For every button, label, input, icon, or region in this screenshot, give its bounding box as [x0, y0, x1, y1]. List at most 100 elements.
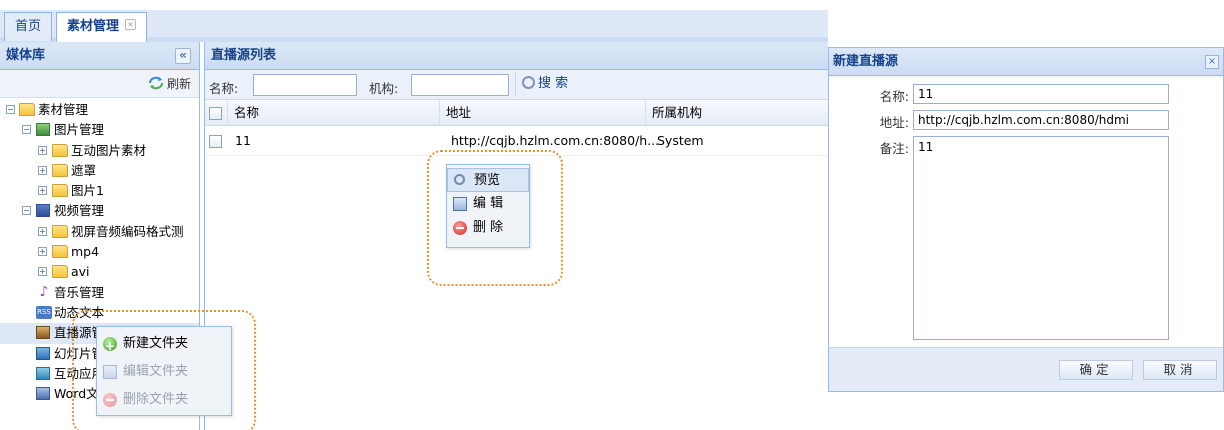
- column-header-name[interactable]: 名称: [227, 100, 439, 125]
- cancel-button[interactable]: 取消: [1143, 360, 1217, 380]
- word-doc-icon: [36, 387, 50, 401]
- menu-item-label: 删除文件夹: [123, 392, 189, 407]
- folder-icon: [52, 143, 68, 157]
- tree-node-interactive-images[interactable]: + 互动图片素材: [0, 141, 199, 161]
- dialog-form: 名称: 11 地址: http://cqjb.hzlm.com.cn:8080/…: [829, 77, 1223, 347]
- dialog-title: 新建直播源: [833, 54, 899, 69]
- edit-icon: [453, 197, 467, 211]
- tab-home[interactable]: 首页: [4, 12, 53, 41]
- menu-item-edit[interactable]: 编 辑: [447, 192, 529, 216]
- name-filter-input[interactable]: [253, 74, 357, 96]
- delete-icon: [453, 221, 467, 235]
- column-header-address[interactable]: 地址: [439, 100, 645, 125]
- folder-icon: [52, 224, 68, 238]
- search-bar: 名称: 机构: 搜 索: [205, 70, 828, 100]
- grid-header: 名称 地址 所属机构: [205, 100, 828, 126]
- interactive-app-icon: [36, 366, 50, 380]
- expand-toggle-icon[interactable]: +: [38, 145, 47, 155]
- tree-node-music-management[interactable]: ♪ 音乐管理: [0, 283, 199, 303]
- tab-material-management[interactable]: 素材管理 ×: [56, 12, 148, 42]
- note-label: 备注:: [879, 141, 909, 156]
- collapse-toggle-icon[interactable]: −: [22, 206, 31, 216]
- menu-item-label: 编辑文件夹: [123, 364, 189, 379]
- tree-node-label: avi: [71, 264, 90, 280]
- menu-item-label: 预览: [474, 173, 501, 188]
- tree-node-image-management[interactable]: − 图片管理: [0, 120, 199, 140]
- org-filter-input[interactable]: [411, 74, 509, 96]
- name-field[interactable]: 11: [913, 84, 1169, 104]
- tree-node-label: 遮罩: [71, 162, 97, 178]
- address-field[interactable]: http://cqjb.hzlm.com.cn:8080/hdmi: [913, 110, 1169, 130]
- delete-icon: [103, 393, 117, 407]
- menu-item-delete[interactable]: 删 除: [447, 216, 529, 240]
- refresh-label: 刷新: [166, 77, 191, 91]
- name-label: 名称:: [879, 89, 909, 104]
- folder-icon: [52, 245, 68, 259]
- org-filter-label: 机构:: [369, 81, 399, 96]
- tree-node-label: 音乐管理: [54, 284, 105, 300]
- expand-toggle-icon[interactable]: +: [38, 165, 47, 175]
- note-textarea[interactable]: 11: [913, 136, 1169, 340]
- tree-node-label: 视屏音频编码格式测: [71, 223, 184, 239]
- rss-icon: RSS: [36, 305, 52, 319]
- image-icon: [36, 123, 50, 137]
- video-icon: [36, 204, 50, 218]
- expand-toggle-icon[interactable]: +: [38, 226, 47, 236]
- expand-toggle-icon[interactable]: +: [38, 186, 47, 196]
- tree-node-label: mp4: [71, 244, 100, 260]
- select-all-checkbox[interactable]: [209, 107, 222, 120]
- tab-bar: 首页 素材管理 ×: [0, 0, 828, 42]
- search-button-label: 搜 索: [538, 76, 569, 91]
- menu-item-preview[interactable]: 预览: [447, 168, 529, 192]
- search-button[interactable]: 搜 索: [515, 73, 587, 97]
- tree-node-video-management[interactable]: − 视频管理: [0, 201, 199, 221]
- tree-node-mask[interactable]: + 遮罩: [0, 161, 199, 181]
- left-toolbar: 刷新: [0, 70, 199, 98]
- collapse-toggle-icon[interactable]: −: [6, 105, 15, 114]
- tree-node-label: 视频管理: [54, 203, 105, 219]
- column-header-org[interactable]: 所属机构: [645, 100, 829, 125]
- slide-icon: [36, 346, 50, 360]
- tree-node-label: 图片1: [71, 183, 104, 199]
- menu-item-delete-folder: 删除文件夹: [97, 386, 231, 414]
- dialog-footer: 确定 取消: [829, 347, 1223, 391]
- folder-icon: [52, 265, 68, 279]
- folder-icon: [52, 184, 68, 198]
- live-source-list-header: 直播源列表: [205, 42, 828, 70]
- tree-node-image1[interactable]: + 图片1: [0, 181, 199, 201]
- dialog-title-bar: 新建直播源 ×: [829, 48, 1223, 76]
- tab-material-label: 素材管理: [67, 19, 120, 34]
- expand-toggle-icon[interactable]: +: [38, 247, 47, 257]
- search-icon: [522, 76, 535, 89]
- refresh-button[interactable]: 刷新: [147, 76, 191, 91]
- menu-item-label: 编 辑: [473, 196, 504, 211]
- tree-node-label: 互动图片素材: [71, 142, 147, 158]
- name-filter-label: 名称:: [209, 81, 239, 96]
- tree-node-label: 图片管理: [54, 122, 105, 138]
- expand-toggle-icon[interactable]: +: [38, 267, 47, 277]
- tree-node-avi[interactable]: + avi: [0, 262, 199, 282]
- tree-node-mp4[interactable]: + mp4: [0, 242, 199, 262]
- menu-item-edit-folder: 编辑文件夹: [97, 358, 231, 386]
- row-checkbox[interactable]: [209, 135, 222, 148]
- close-icon[interactable]: ×: [1205, 55, 1219, 69]
- row-context-menu: 预览 编 辑 删 除: [446, 164, 530, 248]
- music-icon: ♪: [39, 283, 49, 300]
- cell-name: 11: [235, 133, 251, 148]
- collapse-toggle-icon[interactable]: −: [22, 125, 31, 135]
- close-icon[interactable]: ×: [125, 19, 137, 30]
- tree-node-material-management[interactable]: − 素材管理: [0, 100, 199, 120]
- magnifier-icon: [454, 174, 465, 185]
- edit-icon: [103, 365, 117, 379]
- tree-node-label: 素材管理: [38, 102, 89, 117]
- add-icon: [103, 332, 117, 360]
- collapse-icon[interactable]: «: [175, 48, 191, 64]
- menu-item-new-folder[interactable]: 新建文件夹: [97, 330, 231, 360]
- refresh-icon: [148, 76, 164, 90]
- confirm-button[interactable]: 确定: [1059, 360, 1133, 380]
- tree-node-av-codec-test[interactable]: + 视屏音频编码格式测: [0, 222, 199, 242]
- folder-icon: [52, 163, 68, 177]
- menu-item-label: 新建文件夹: [123, 336, 189, 351]
- media-library-header: 媒体库 «: [0, 42, 199, 70]
- panel-title: 媒体库: [6, 48, 46, 63]
